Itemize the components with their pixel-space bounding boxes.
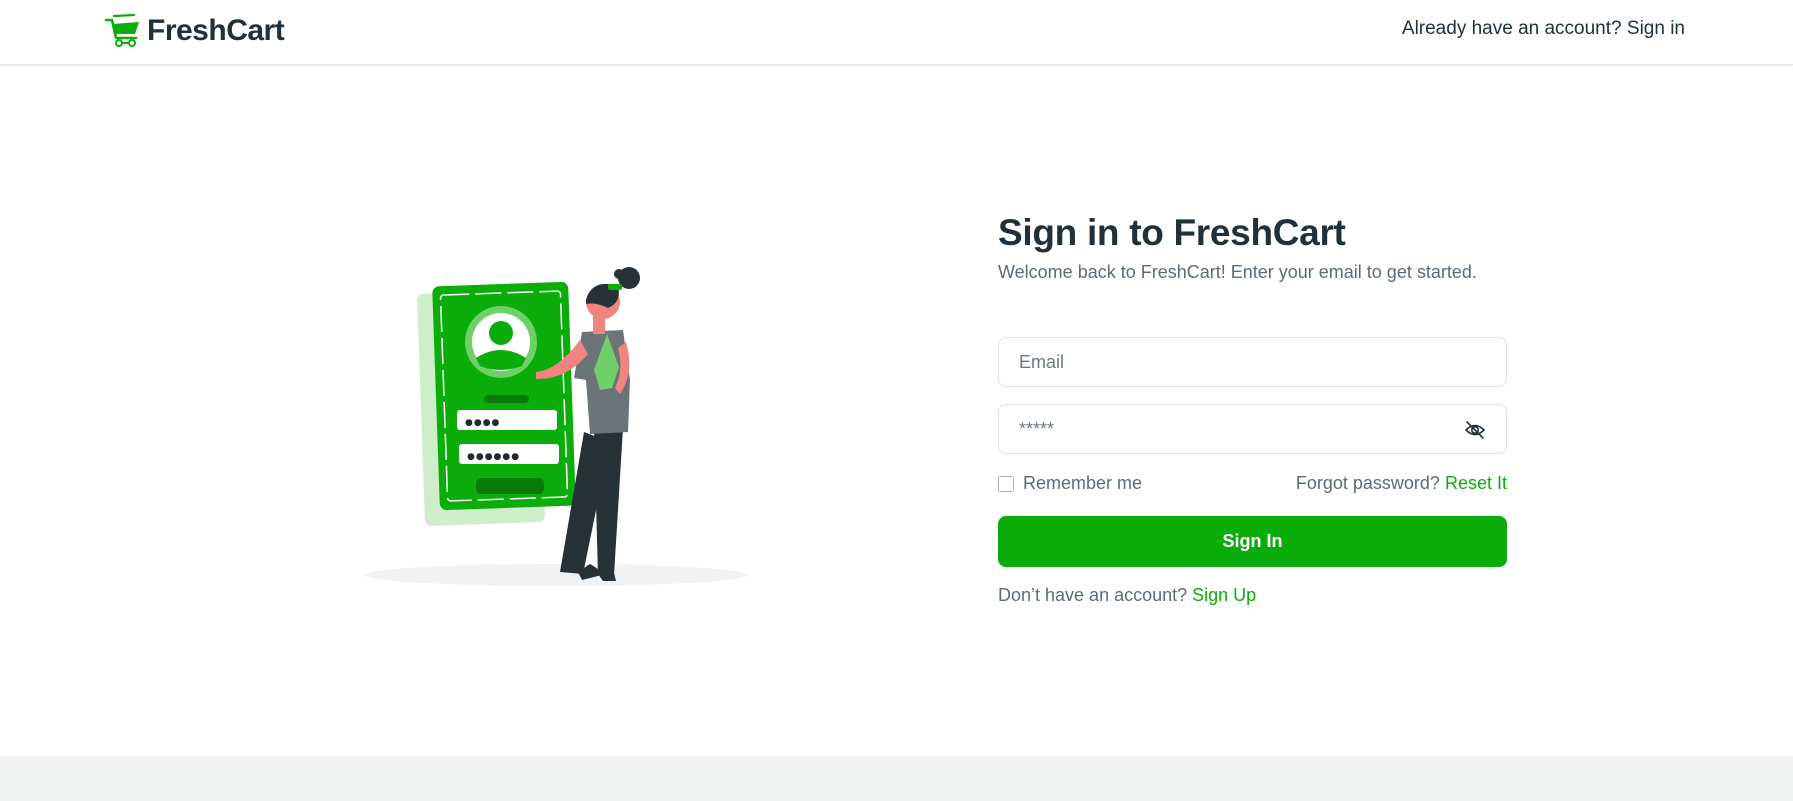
header-signin-link[interactable]: Sign in xyxy=(1627,18,1685,39)
reset-password-link[interactable]: Reset It xyxy=(1445,473,1507,493)
brand-name: FreshCart xyxy=(147,14,285,47)
eye-off-icon[interactable] xyxy=(1464,420,1486,440)
email-field-wrapper xyxy=(998,337,1507,387)
signin-prompt-text: Already have an account? xyxy=(1401,18,1622,39)
remember-me-checkbox[interactable] xyxy=(998,475,1014,492)
password-input[interactable] xyxy=(999,405,1506,453)
shopping-cart-icon xyxy=(104,14,139,47)
remember-forgot-row: Remember me Forgot password? Reset It xyxy=(998,473,1507,497)
password-field-wrapper xyxy=(998,404,1507,454)
signup-prompt: Don’t have an account? Sign Up xyxy=(998,585,1256,606)
navbar: FreshCart Already have an account? Sign … xyxy=(0,0,1793,65)
page-title: Sign in to FreshCart xyxy=(998,212,1346,253)
email-input[interactable] xyxy=(999,338,1506,386)
remember-me[interactable]: Remember me xyxy=(998,473,1142,494)
page-subtitle: Welcome back to FreshCart! Enter your em… xyxy=(998,262,1477,282)
forgot-password-text: Forgot password? xyxy=(1295,473,1440,493)
sign-up-link[interactable]: Sign Up xyxy=(1192,585,1256,605)
signin-prompt: Already have an account? Sign in xyxy=(1402,18,1685,40)
sign-in-button[interactable]: Sign In xyxy=(998,516,1507,567)
remember-me-label: Remember me xyxy=(1023,473,1143,493)
brand-logo[interactable]: FreshCart xyxy=(104,12,285,50)
illustration-mask-short: ●●●● xyxy=(465,418,500,428)
signup-prompt-text: Don’t have an account? xyxy=(998,585,1188,605)
signin-illustration: ●●●● ●●●●●● xyxy=(360,262,760,592)
forgot-password: Forgot password? Reset It xyxy=(1296,473,1507,494)
signin-form: Sign in to FreshCart Welcome back to Fre… xyxy=(998,210,1507,605)
footer xyxy=(0,757,1793,801)
illustration-mask-long: ●●●●●● xyxy=(467,452,520,462)
